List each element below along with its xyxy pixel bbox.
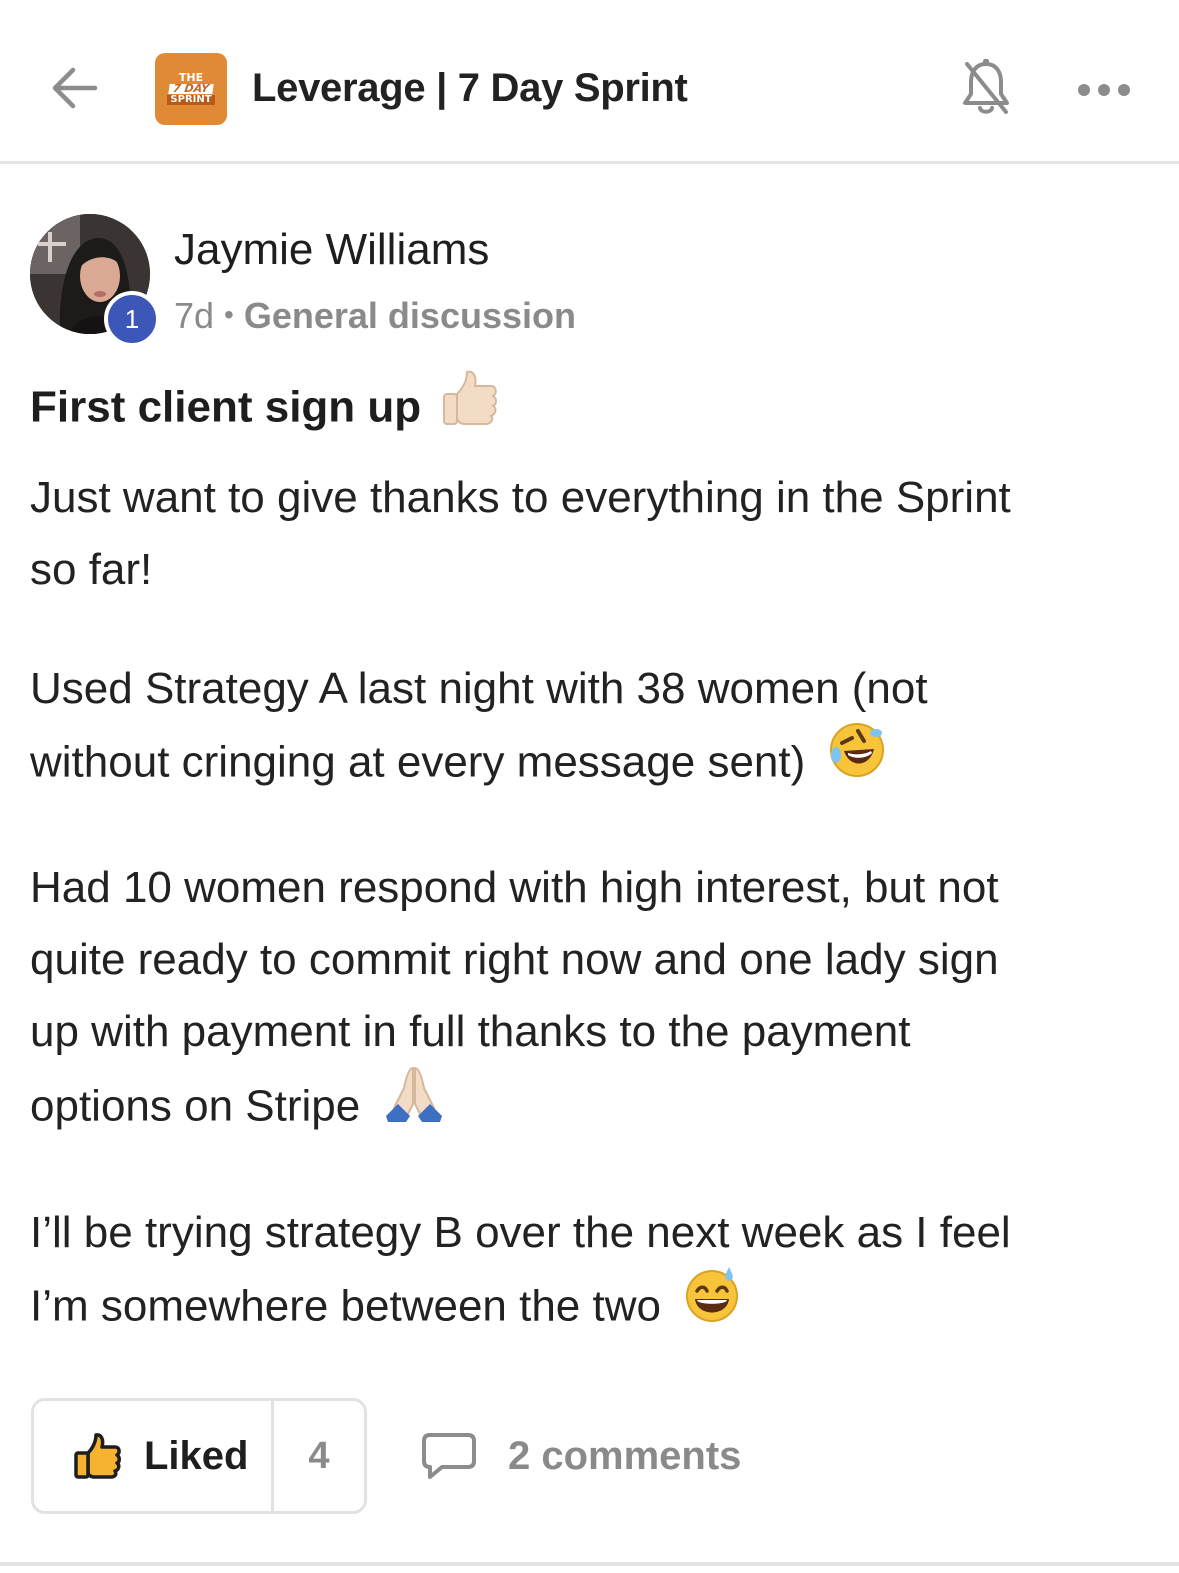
more-options-button[interactable] [1072, 70, 1136, 110]
post-paragraph-4: I’ll be trying strategy B over the next … [30, 1197, 1140, 1349]
thumbs-up-emoji-icon [441, 368, 499, 444]
more-horizontal-icon [1078, 84, 1130, 96]
logo-text-bottom: SPRINT [167, 95, 215, 105]
post-body: Just want to give thanks to everything i… [30, 462, 1140, 1396]
meta-separator: • [224, 299, 234, 330]
post-line: Just want to give thanks to everything i… [30, 473, 1011, 522]
top-bar: THE 7 DAY SPRINT Leverage | 7 Day Sprint [0, 0, 1179, 164]
like-control: Liked 4 [31, 1398, 367, 1514]
post-line: I’m somewhere between the two [30, 1281, 661, 1331]
post-line: Had 10 women respond with high interest,… [30, 863, 999, 912]
post-paragraph-3: Had 10 women respond with high interest,… [30, 852, 1140, 1150]
sweat-smile-emoji-icon [683, 1265, 741, 1345]
post-line: options on Stripe [30, 1081, 361, 1131]
post-line: Used Strategy A last night with 38 women… [30, 664, 928, 713]
comment-icon [422, 1433, 476, 1479]
like-button[interactable]: Liked [34, 1401, 274, 1511]
post-category[interactable]: General discussion [244, 295, 576, 336]
post-line: quite ready to commit right now and one … [30, 935, 999, 984]
thumbs-up-icon [74, 1433, 121, 1479]
post-line: so far! [30, 545, 153, 594]
post-paragraph-1: Just want to give thanks to everything i… [30, 462, 1140, 606]
group-logo: THE 7 DAY SPRINT [155, 53, 227, 125]
comments-button[interactable]: 2 comments [420, 1420, 741, 1492]
post-line: without cringing at every message sent) [30, 737, 806, 787]
like-label: Liked [144, 1433, 249, 1478]
group-title[interactable]: Leverage | 7 Day Sprint [252, 62, 688, 114]
like-count[interactable]: 4 [274, 1401, 364, 1511]
post-line: I’ll be trying strategy B over the next … [30, 1208, 1011, 1257]
back-button[interactable] [44, 58, 104, 118]
logo-text-middle: 7 DAY [168, 82, 214, 95]
folded-hands-emoji-icon [382, 1064, 446, 1146]
comments-count-label: 2 comments [508, 1433, 742, 1478]
post-title-text: First client sign up [30, 382, 422, 432]
author-name[interactable]: Jaymie Williams [174, 222, 489, 278]
level-badge: 1 [104, 291, 160, 347]
post-paragraph-2: Used Strategy A last night with 38 women… [30, 653, 1140, 805]
post-time: 7d [174, 295, 215, 336]
post-meta: 7d • General discussion [174, 294, 576, 341]
post-title: First client sign up [30, 370, 499, 448]
notifications-button[interactable] [955, 56, 1017, 120]
divider [0, 1562, 1179, 1566]
post-line: up with payment in full thanks to the pa… [30, 1007, 911, 1056]
bell-off-icon [963, 59, 1009, 114]
arrow-left-icon [52, 67, 98, 109]
rofl-emoji-icon [828, 721, 886, 801]
